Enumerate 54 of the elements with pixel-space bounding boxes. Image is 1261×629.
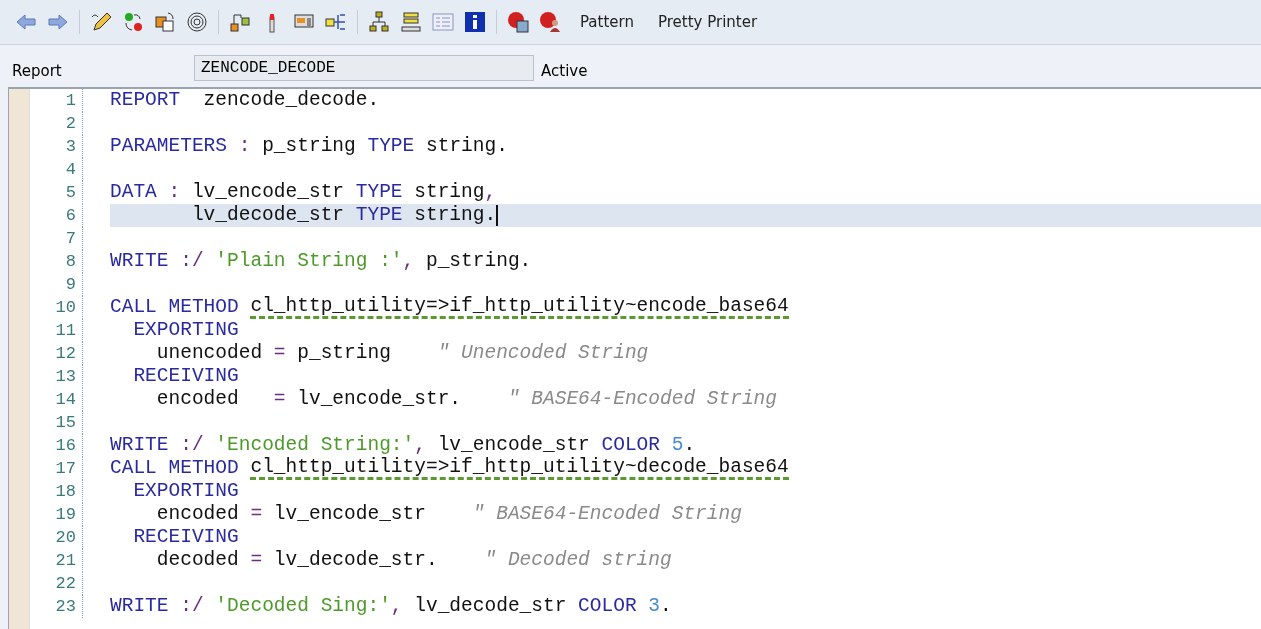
line-number: 6	[30, 204, 83, 227]
code-line[interactable]: RECEIVING	[110, 526, 1261, 549]
report-label: Report	[12, 61, 63, 80]
code-line[interactable]: WRITE :/ 'Plain String :', p_string.	[110, 250, 1261, 273]
code-line[interactable]: WRITE :/ 'Decoded Sing:', lv_decode_str COLOR 3.	[110, 595, 1261, 618]
arrow-right-icon[interactable]	[47, 11, 69, 33]
line-number: 18	[30, 480, 83, 503]
tree-icon[interactable]	[368, 11, 390, 33]
line-number: 4	[30, 158, 83, 181]
code-line[interactable]: PARAMETERS : p_string TYPE string.	[110, 135, 1261, 158]
line-number: 17	[30, 457, 83, 480]
code-line[interactable]: EXPORTING	[110, 319, 1261, 342]
code-line[interactable]: unencoded = p_string " Unencoded String	[110, 342, 1261, 365]
code-line[interactable]: decoded = lv_decode_str. " Decoded string	[110, 549, 1261, 572]
line-number: 23	[30, 595, 83, 618]
code-line[interactable]: encoded = lv_encode_str " BASE64-Encoded String	[110, 503, 1261, 526]
info-icon[interactable]	[464, 11, 486, 33]
line-number: 13	[30, 365, 83, 388]
line-number: 5	[30, 181, 83, 204]
line-number: 11	[30, 319, 83, 342]
line-number: 16	[30, 434, 83, 457]
line-number: 21	[30, 549, 83, 572]
line-number: 14	[30, 388, 83, 411]
code-line[interactable]: CALL METHOD cl_http_utility=>if_http_utility~decode_base64	[110, 457, 1261, 480]
line-number: 12	[30, 342, 83, 365]
toolbar-button[interactable]: Pretty Printer	[649, 9, 766, 35]
line-number: 20	[30, 526, 83, 549]
line-number: 2	[30, 112, 83, 135]
status-label: Active	[541, 61, 588, 80]
circles-icon[interactable]	[122, 11, 144, 33]
line-number: 8	[30, 250, 83, 273]
code-line[interactable]: EXPORTING	[110, 480, 1261, 503]
copy-icon[interactable]	[154, 11, 176, 33]
line-number: 19	[30, 503, 83, 526]
line-number: 15	[30, 411, 83, 434]
code-line[interactable]: CALL METHOD cl_http_utility=>if_http_utility~encode_base64	[110, 296, 1261, 319]
line-number: 1	[30, 89, 83, 112]
code-line[interactable]: DATA : lv_encode_str TYPE string,	[110, 181, 1261, 204]
stack-icon[interactable]	[400, 11, 422, 33]
code-line[interactable]: REPORT zencode_decode.	[110, 89, 1261, 112]
line-number: 7	[30, 227, 83, 250]
code-line[interactable]: RECEIVING	[110, 365, 1261, 388]
arrow-left-icon[interactable]	[15, 11, 37, 33]
branch-arrows-icon[interactable]	[325, 11, 347, 33]
line-number: 9	[30, 273, 83, 296]
program-name-field[interactable]: ZENCODE_DECODE	[194, 55, 534, 81]
hierarchy-icon[interactable]	[229, 11, 251, 33]
code-line[interactable]: WRITE :/ 'Encoded String:', lv_encode_str COLOR 5.	[110, 434, 1261, 457]
pencil-icon[interactable]	[90, 11, 112, 33]
code-line[interactable]: encoded = lv_encode_str. " BASE64-Encoded String	[110, 388, 1261, 411]
line-number: 3	[30, 135, 83, 158]
toolbar-button[interactable]: Pattern	[572, 9, 642, 35]
line-number: 22	[30, 572, 83, 595]
line-number: 10	[30, 296, 83, 319]
